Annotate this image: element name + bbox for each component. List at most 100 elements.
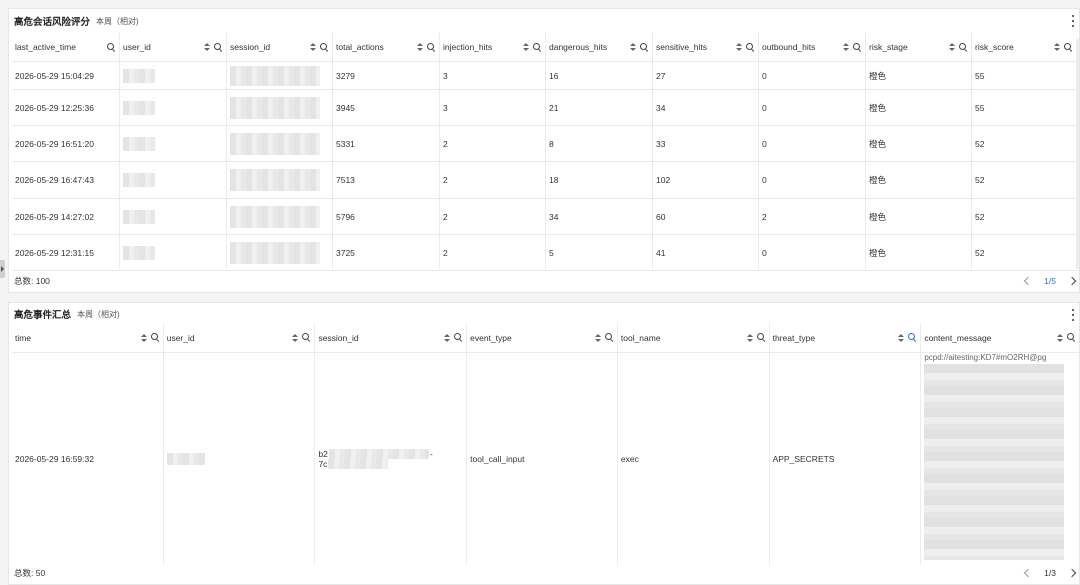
column-header-tool-name[interactable]: tool_name xyxy=(618,323,770,352)
search-icon[interactable] xyxy=(640,42,649,52)
total-count: 总数: 100 xyxy=(14,275,50,286)
table-row[interactable]: 2026-05-29 16:47:43 7513 2 18 102 0 橙色 5… xyxy=(12,162,1079,199)
pagination: 1/3 xyxy=(1023,561,1077,584)
column-header-session-id[interactable]: session_id xyxy=(227,33,333,61)
search-icon[interactable] xyxy=(454,333,463,342)
search-icon[interactable] xyxy=(746,42,755,52)
sort-icon[interactable] xyxy=(310,42,316,52)
table-scrollbar[interactable] xyxy=(1076,39,1079,269)
content-message-text: pcpd://aitesting:KD7#mO2RH@pg xyxy=(924,353,1047,362)
chevron-left-icon[interactable] xyxy=(1023,568,1033,577)
cell-outbound-hits: 0 xyxy=(759,126,866,161)
cell-total-actions: 3725 xyxy=(333,235,440,270)
column-header-dangerous-hits[interactable]: dangerous_hits xyxy=(546,33,653,61)
cell-risk-score: 52 xyxy=(975,247,985,258)
search-icon[interactable] xyxy=(427,42,436,52)
sort-icon[interactable] xyxy=(594,333,601,343)
search-icon[interactable] xyxy=(908,333,917,342)
sort-icon[interactable] xyxy=(736,42,742,52)
table-row[interactable]: 2026-05-29 15:04:29 3279 3 16 27 0 橙色 55 xyxy=(12,62,1079,90)
cell-user-id xyxy=(120,90,227,125)
column-header-last-active-time[interactable]: last_active_time xyxy=(12,33,120,61)
cell-injection-hits: 3 xyxy=(440,90,546,125)
sort-icon[interactable] xyxy=(140,333,147,343)
chevron-left-icon[interactable] xyxy=(1023,276,1033,285)
column-header-user-id[interactable]: user_id xyxy=(164,323,316,352)
cell-threat-type: APP_SECRETS xyxy=(770,353,922,565)
cell-outbound-hits: 0 xyxy=(759,62,866,89)
table-row[interactable]: 2026-05-29 12:25:36 3945 3 21 34 0 橙色 55 xyxy=(12,90,1079,126)
session-prefix: 7c xyxy=(318,459,328,469)
sort-icon[interactable] xyxy=(523,42,529,52)
cell-user-id xyxy=(120,62,227,89)
sort-icon[interactable] xyxy=(1054,42,1060,52)
search-icon[interactable] xyxy=(533,42,542,52)
page-indicator[interactable]: 1/3 xyxy=(1044,568,1056,578)
column-header-event-type[interactable]: event_type xyxy=(467,323,618,352)
high-risk-events-panel: 高危事件汇总 本周（相对) time user_id session_id ev… xyxy=(8,302,1080,585)
cell-tool-name: exec xyxy=(618,353,770,565)
search-icon[interactable] xyxy=(214,42,223,52)
sort-icon[interactable] xyxy=(444,333,451,343)
column-header-content-message[interactable]: content_message xyxy=(921,323,1079,352)
column-header-sensitive-hits[interactable]: sensitive_hits xyxy=(653,33,759,61)
table-row[interactable]: 2026-05-29 16:51:20 5331 2 8 33 0 橙色 52 xyxy=(12,126,1079,162)
cell-total-actions: 5796 xyxy=(333,199,440,234)
panel-subtitle: 本周（相对) xyxy=(96,16,139,26)
cell-injection-hits: 2 xyxy=(440,162,546,198)
cell-outbound-hits: 0 xyxy=(759,90,866,125)
sort-icon[interactable] xyxy=(204,42,210,52)
column-header-injection-hits[interactable]: injection_hits xyxy=(440,33,546,61)
column-label: user_id xyxy=(166,332,195,343)
chevron-right-icon[interactable] xyxy=(1067,276,1077,285)
sort-icon[interactable] xyxy=(1057,333,1064,343)
search-icon[interactable] xyxy=(1067,333,1076,342)
column-label: session_id xyxy=(318,332,359,343)
cell-session-id: b2- 7c xyxy=(315,353,468,565)
sort-icon[interactable] xyxy=(292,333,299,343)
search-icon[interactable] xyxy=(853,42,862,52)
cell-risk-stage: 橙色 xyxy=(866,126,972,161)
search-icon[interactable] xyxy=(150,333,160,342)
kebab-menu-icon[interactable] xyxy=(1070,309,1076,321)
column-header-user-id[interactable]: user_id xyxy=(120,33,227,61)
high-risk-events-table: time user_id session_id event_type tool_… xyxy=(12,323,1079,565)
column-header-time[interactable]: time xyxy=(12,323,164,352)
kebab-menu-icon[interactable] xyxy=(1070,15,1076,27)
sort-icon[interactable] xyxy=(630,42,636,52)
cell-total-actions: 3945 xyxy=(333,90,440,125)
search-icon[interactable] xyxy=(959,42,968,52)
table-row[interactable]: 2026-05-29 14:27:02 5796 2 34 60 2 橙色 52 xyxy=(12,199,1079,235)
column-header-session-id[interactable]: session_id xyxy=(315,323,468,352)
sidebar-toggle-icon[interactable] xyxy=(0,260,5,278)
column-label: sensitive_hits xyxy=(656,42,708,52)
cell-dangerous-hits: 21 xyxy=(546,90,653,125)
table-row[interactable]: 2026-05-29 16:59:32 b2- 7c tool_call_inp… xyxy=(12,353,1079,565)
table-header-row: time user_id session_id event_type tool_… xyxy=(12,323,1079,353)
cell-last-active-time: 2026-05-29 16:47:43 xyxy=(12,162,120,198)
search-icon[interactable] xyxy=(107,42,116,52)
cell-user-id xyxy=(120,162,227,198)
sort-icon[interactable] xyxy=(843,42,849,52)
column-header-risk-score[interactable]: risk_score xyxy=(972,33,1076,61)
column-header-total-actions[interactable]: total_actions xyxy=(333,33,440,61)
search-icon[interactable] xyxy=(320,42,329,52)
cell-risk-score: 52 xyxy=(975,175,985,185)
sort-icon[interactable] xyxy=(746,333,753,343)
cell-risk-stage: 橙色 xyxy=(866,162,972,198)
search-icon[interactable] xyxy=(604,333,614,342)
table-row[interactable]: 2026-05-29 12:31:15 3725 2 5 41 0 橙色 52 xyxy=(12,235,1079,271)
search-icon[interactable] xyxy=(1064,42,1073,52)
chevron-right-icon[interactable] xyxy=(1067,568,1077,577)
cell-user-id xyxy=(120,235,227,270)
sort-icon[interactable] xyxy=(949,42,955,52)
column-header-risk-stage[interactable]: risk_stage xyxy=(866,33,972,61)
page-indicator[interactable]: 1/5 xyxy=(1044,276,1056,286)
column-header-outbound-hits[interactable]: outbound_hits xyxy=(759,33,866,61)
search-icon[interactable] xyxy=(756,333,766,342)
search-icon[interactable] xyxy=(302,333,311,342)
column-header-threat-type[interactable]: threat_type xyxy=(770,323,922,352)
cell-session-id xyxy=(227,126,333,161)
sort-icon[interactable] xyxy=(898,333,905,343)
sort-icon[interactable] xyxy=(417,42,423,52)
